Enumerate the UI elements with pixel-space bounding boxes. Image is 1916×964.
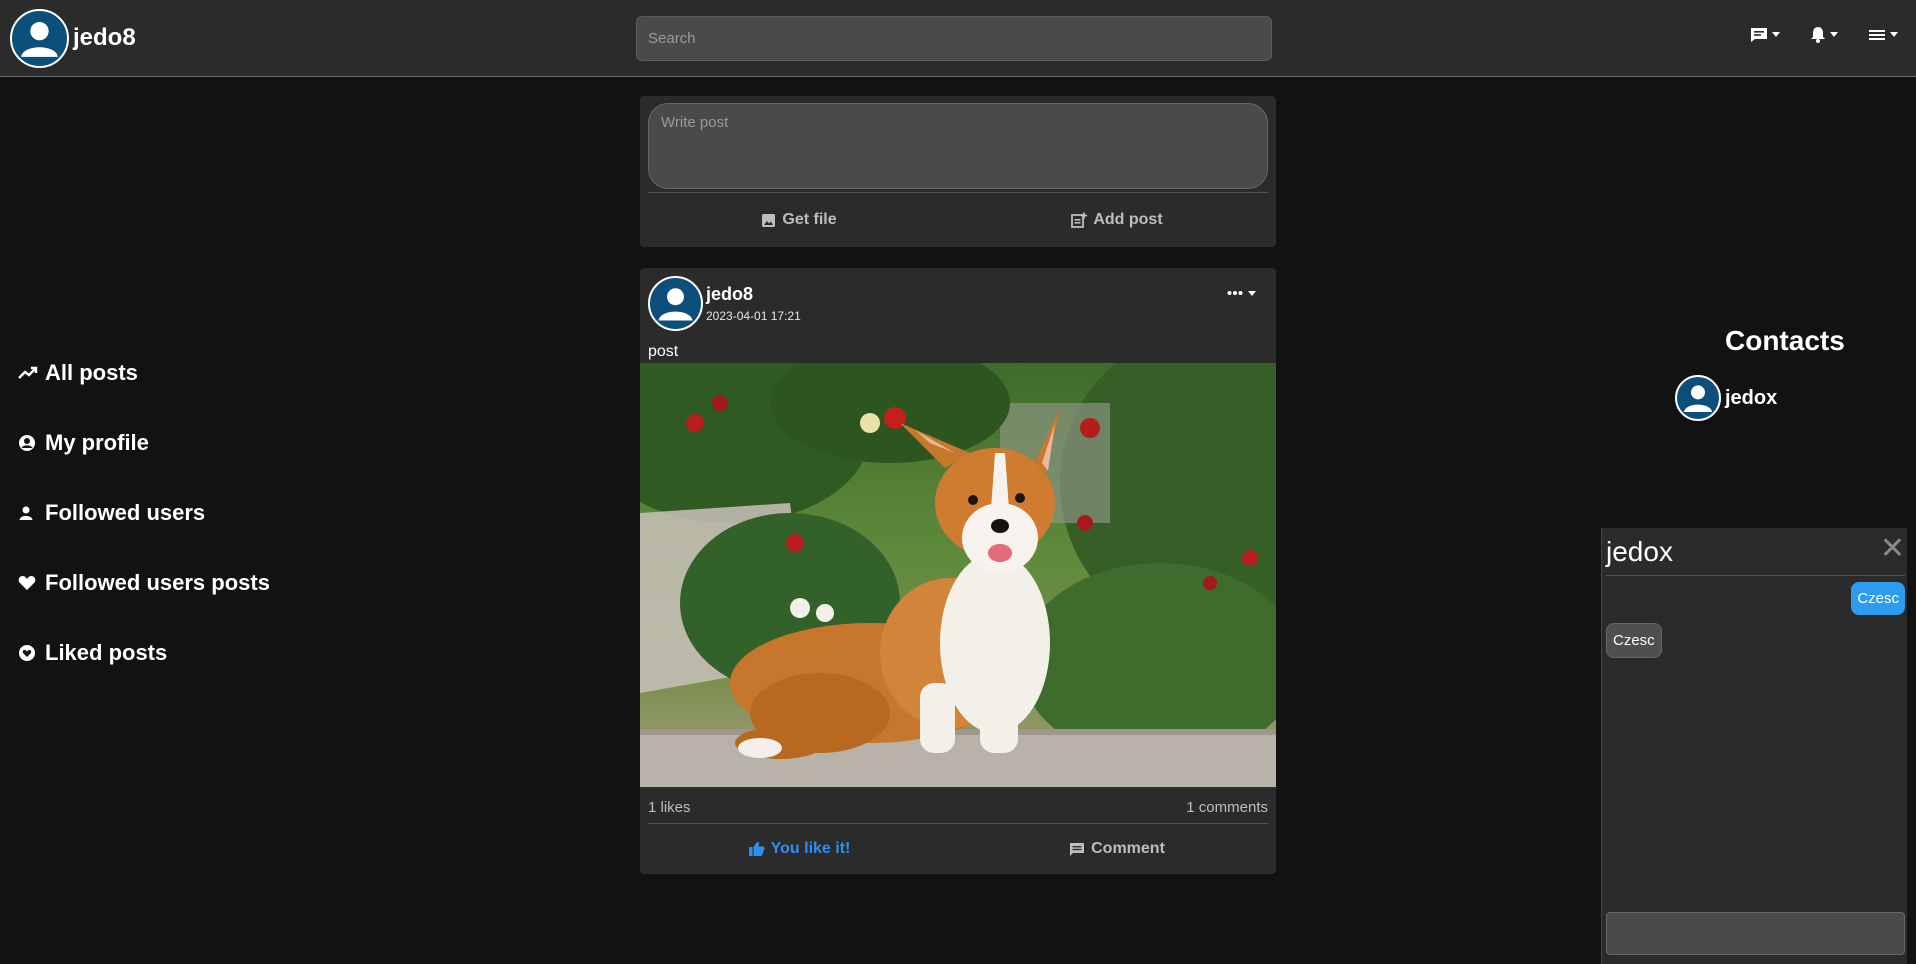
contact-name: jedox [1725,386,1778,409]
close-icon[interactable]: ✕ [1880,534,1905,564]
composer-actions: Get file Add post [640,193,1276,247]
like-label: You like it! [770,840,851,857]
heart-circle-icon [18,644,40,662]
get-file-label: Get file [782,211,837,228]
post-text: post [648,343,679,360]
chevron-down-icon [1830,32,1838,37]
sidebar-nav: All posts My profile Followed users Foll… [18,355,270,671]
like-button[interactable]: You like it! [640,824,958,874]
post-image[interactable] [640,363,1276,787]
brand[interactable]: jedo8 [10,8,136,68]
chat-message-input[interactable] [1606,912,1905,955]
menu-icon [1869,29,1885,40]
post-composer: Get file Add post [640,96,1276,247]
post-options-button[interactable] [1227,290,1256,296]
contact-item[interactable]: jedox [1675,375,1777,421]
sidebar-item-label: My profile [45,430,149,455]
top-icons [1750,26,1898,43]
corgi-photo [640,363,1276,787]
sidebar-item-followed-users[interactable]: Followed users [18,495,270,531]
chat-window: jedox ✕ Czesc Czesc [1601,528,1907,964]
post-header: jedo8 2023-04-01 17:21 [648,276,801,331]
sidebar-item-label: Followed users [45,500,206,525]
chevron-down-icon [1248,290,1256,296]
post-card: jedo8 2023-04-01 17:21 post 1 likes 1 co… [640,268,1276,874]
post-meta: jedo8 2023-04-01 17:21 [706,284,801,323]
contacts-title: Contacts [1725,325,1845,356]
messages-dropdown[interactable] [1750,26,1780,43]
comment-icon [1070,842,1085,856]
person-icon [18,505,40,521]
thumbs-up-icon [748,841,765,856]
avatar[interactable] [648,276,703,331]
likes-count[interactable]: 1 likes [648,799,691,816]
message-icon [1751,27,1767,42]
search-input[interactable] [636,16,1272,61]
chat-message-outgoing: Czesc [1851,582,1905,615]
sidebar-item-label: Followed users posts [45,570,270,595]
trending-icon [18,366,40,380]
sidebar-item-liked-posts[interactable]: Liked posts [18,635,270,671]
user-avatar-icon [21,21,58,57]
comments-count[interactable]: 1 comments [1186,799,1268,816]
bell-icon [1811,27,1825,43]
chevron-down-icon [1890,32,1898,37]
sidebar-item-label: All posts [45,360,138,385]
avatar [1675,375,1721,421]
sidebar-item-my-profile[interactable]: My profile [18,425,270,461]
top-navbar: jedo8 [0,0,1916,77]
user-circle-icon [18,434,40,452]
sidebar-item-label: Liked posts [45,640,168,665]
get-file-button[interactable]: Get file [640,193,958,247]
write-post-textarea[interactable] [648,103,1268,189]
post-stats: 1 likes 1 comments [648,799,1268,816]
heart-icon [18,575,40,591]
comment-button[interactable]: Comment [958,824,1276,874]
notifications-dropdown[interactable] [1810,26,1838,43]
sidebar-item-all-posts[interactable]: All posts [18,355,270,391]
more-options-icon [1227,291,1243,295]
add-post-icon [1071,212,1088,228]
post-date: 2023-04-01 17:21 [706,309,801,323]
sidebar-item-followed-users-posts[interactable]: Followed users posts [18,565,270,601]
chat-title: jedox [1606,536,1673,567]
image-icon [762,213,776,227]
add-post-label: Add post [1093,211,1163,228]
post-actions: You like it! Comment [640,824,1276,874]
username: jedo8 [73,24,136,51]
avatar [10,8,69,68]
post-author[interactable]: jedo8 [706,284,801,305]
add-post-button[interactable]: Add post [958,193,1276,247]
main-menu-dropdown[interactable] [1868,26,1898,43]
comment-label: Comment [1091,840,1165,857]
chevron-down-icon [1772,32,1780,37]
user-avatar-icon [658,288,693,321]
chat-message-incoming: Czesc [1606,623,1662,658]
divider [1606,575,1905,576]
user-avatar-icon [1684,385,1712,412]
